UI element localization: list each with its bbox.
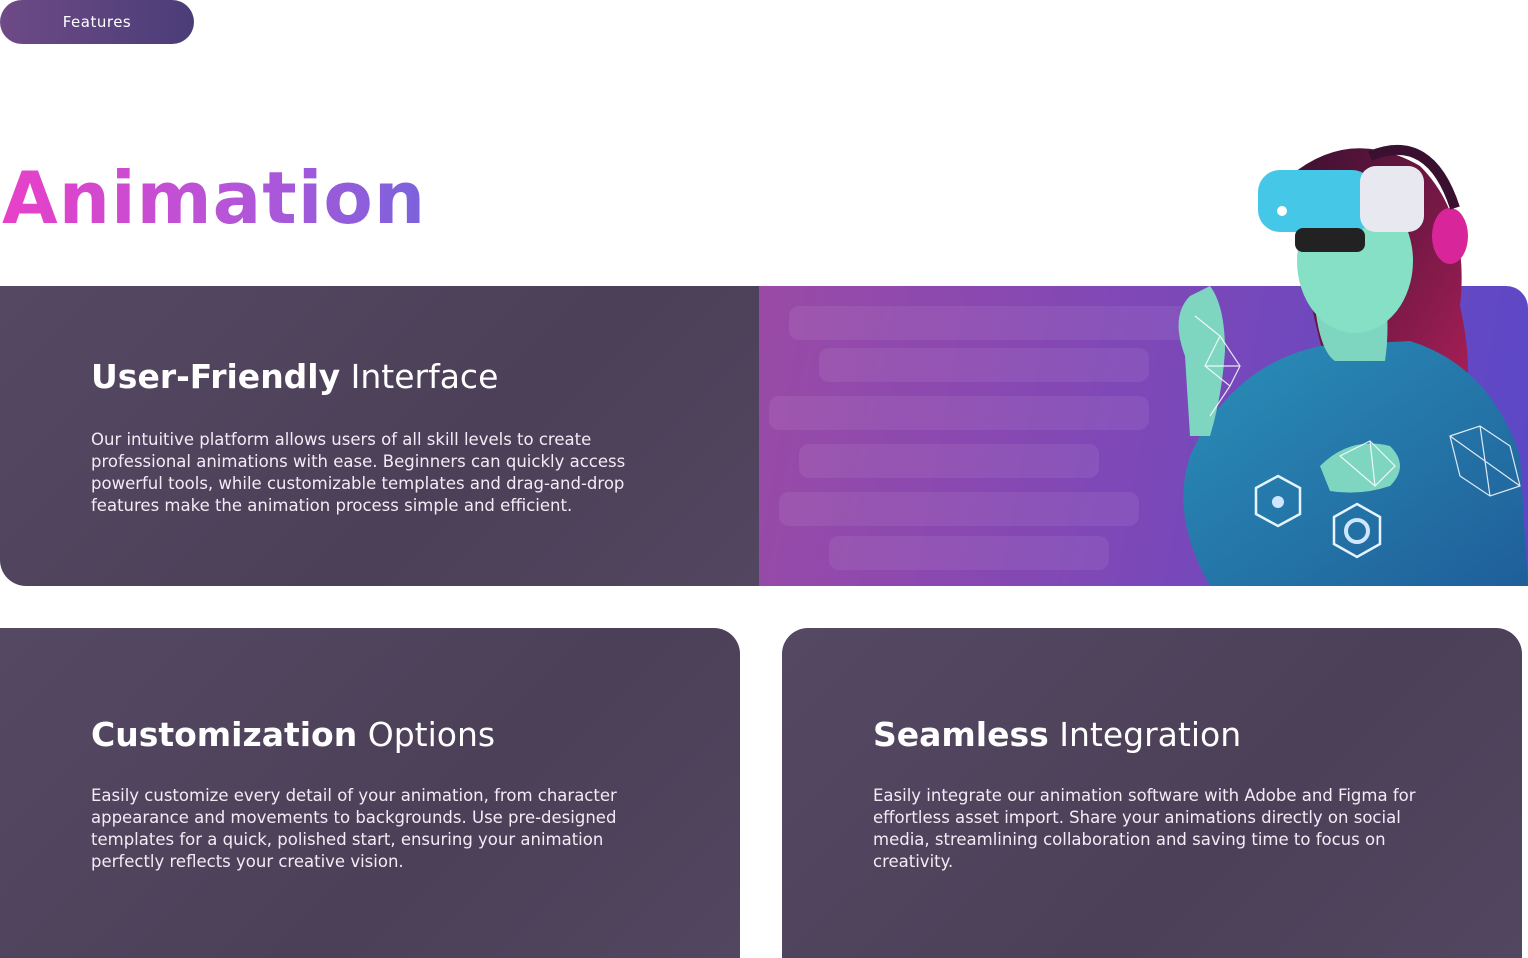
card-title: Customization Options	[91, 713, 495, 757]
card-title-light: Interface	[350, 357, 499, 396]
vr-headset-illustration	[1178, 144, 1528, 586]
card-title-bold: User-Friendly	[91, 357, 341, 396]
card-title-bold: Seamless	[873, 715, 1049, 754]
feature-card-customization: Customization Options Easily customize e…	[0, 628, 740, 958]
features-badge[interactable]: Features	[0, 0, 194, 44]
card-title-light: Integration	[1059, 715, 1242, 754]
feature-card-user-friendly: User-Friendly Interface Our intuitive pl…	[0, 286, 759, 586]
features-badge-label: Features	[62, 13, 132, 31]
card-title: Seamless Integration	[873, 713, 1241, 757]
feature-card-integration: Seamless Integration Easily integrate ou…	[782, 628, 1522, 958]
card-title: User-Friendly Interface	[91, 355, 498, 399]
page-title: Animation	[2, 150, 426, 246]
card-title-bold: Customization	[91, 715, 358, 754]
card-description: Easily customize every detail of your an…	[91, 786, 617, 871]
card-title-light: Options	[367, 715, 496, 754]
card-description: Easily integrate our animation software …	[873, 786, 1416, 871]
card-description: Our intuitive platform allows users of a…	[91, 430, 626, 515]
